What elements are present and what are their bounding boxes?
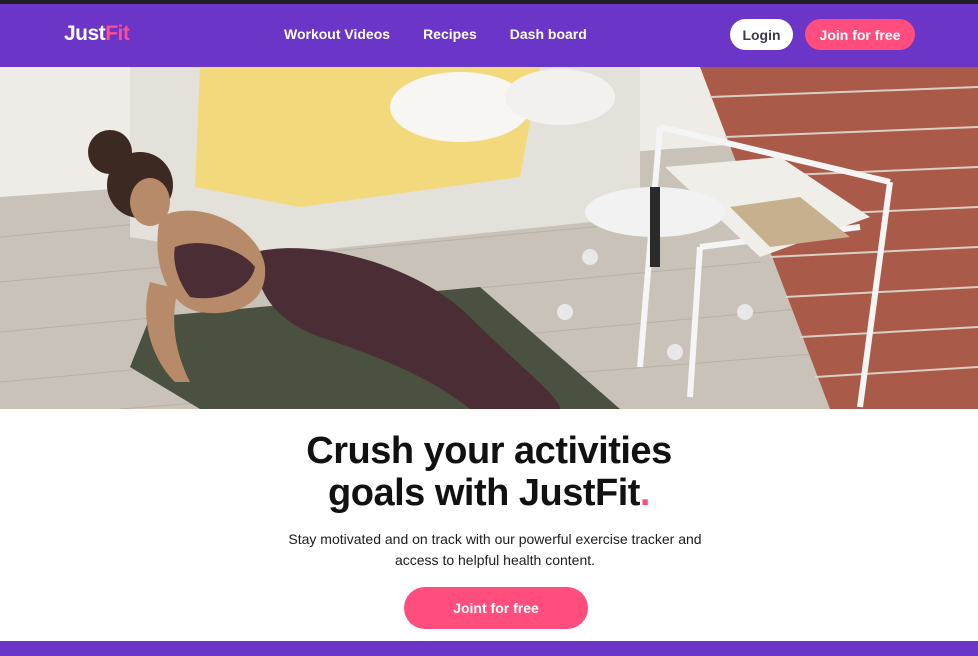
nav-link-recipes[interactable]: Recipes [423,26,477,42]
nav-link-workout-videos[interactable]: Workout Videos [284,26,390,42]
hero-image [0,67,978,409]
hero-headline-dot: . [639,472,651,514]
navbar: JustFit Workout Videos Recipes Dash boar… [0,4,978,67]
hero-cta-button[interactable]: Joint for free [404,587,588,629]
nav-link-dashboard[interactable]: Dash board [510,26,587,42]
brand-logo[interactable]: JustFit [64,22,130,46]
hero-subtext: Stay motivated and on track with our pow… [288,531,702,568]
hero-photo [0,67,978,409]
login-button[interactable]: Login [730,19,793,50]
footer-strip [0,641,978,656]
hero-headline-line2: goals with JustFit [328,472,640,514]
brand-name-accent: Fit [105,22,130,45]
join-for-free-button[interactable]: Join for free [805,19,915,50]
hero-headline: Crush your activities goals with JustFit… [0,430,978,514]
nav-links: Workout Videos Recipes Dash board [284,26,587,42]
hero-headline-line1: Crush your activities [306,430,672,472]
brand-name-main: Just [64,22,106,45]
